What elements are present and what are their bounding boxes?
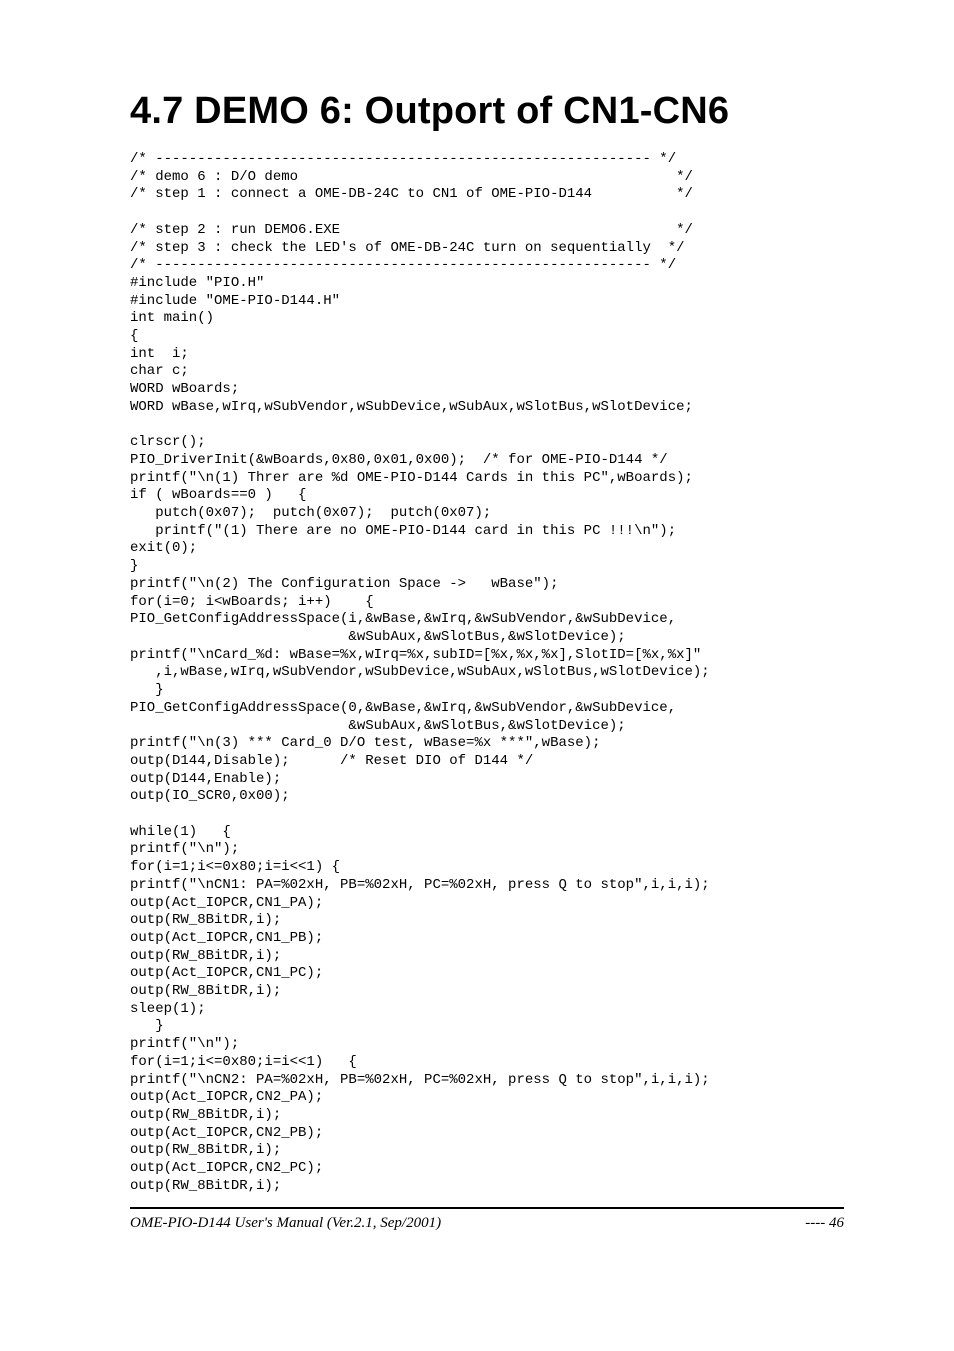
section-heading: 4.7 DEMO 6: Outport of CN1-CN6: [130, 90, 844, 133]
code-listing: /* -------------------------------------…: [130, 151, 844, 1195]
footer-page-number: ---- 46: [805, 1215, 844, 1232]
footer-manual-title: OME-PIO-D144 User's Manual (Ver.2.1, Sep…: [130, 1215, 441, 1232]
page: 4.7 DEMO 6: Outport of CN1-CN6 /* ------…: [0, 0, 954, 1351]
page-footer: OME-PIO-D144 User's Manual (Ver.2.1, Sep…: [130, 1215, 844, 1232]
footer-rule: [130, 1207, 844, 1209]
